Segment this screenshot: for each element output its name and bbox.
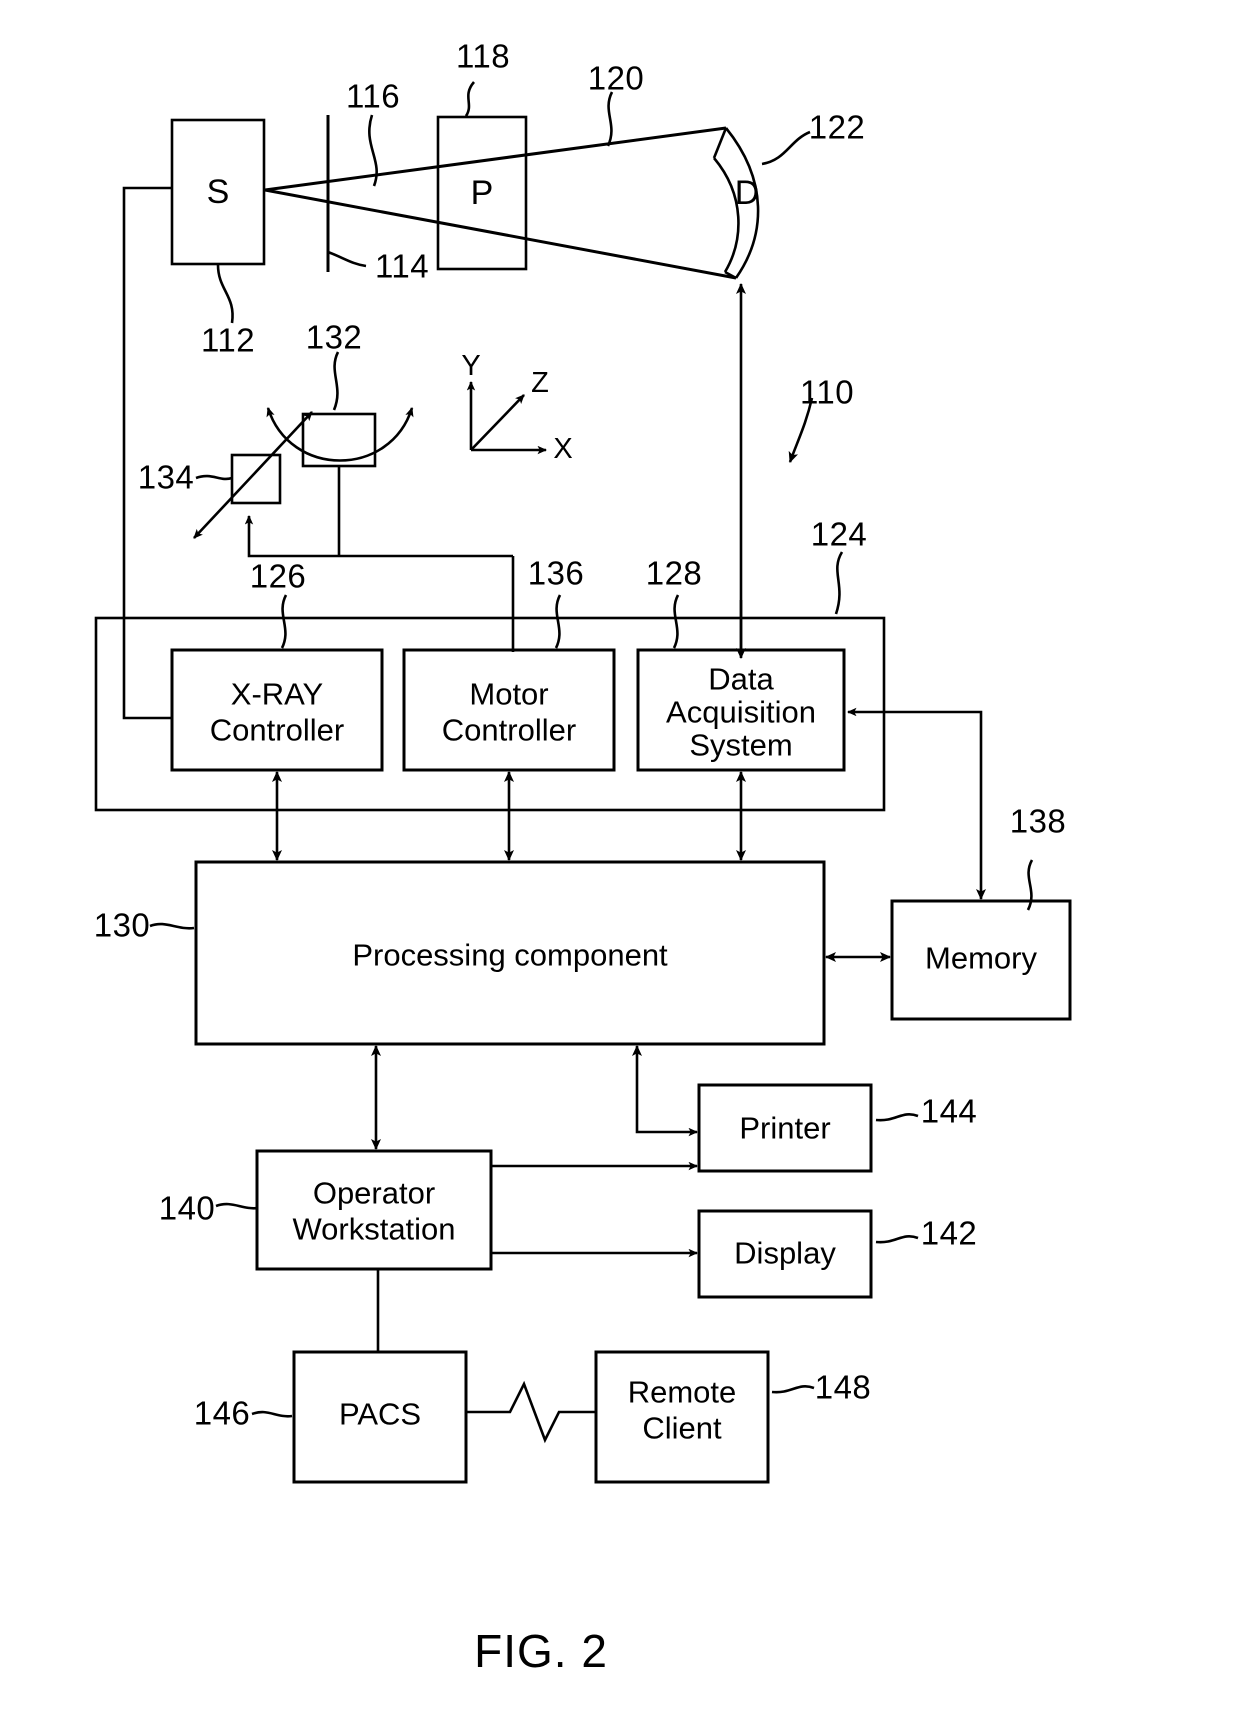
data-acquisition-label-line2: Acquisition bbox=[666, 694, 816, 730]
network-link-squiggle bbox=[466, 1380, 596, 1444]
xray-controller-label-line2: Controller bbox=[209, 712, 345, 748]
processing-to-printer-wire bbox=[632, 1045, 698, 1137]
operator-workstation-label-line2: Workstation bbox=[292, 1211, 456, 1247]
lead-112 bbox=[216, 264, 234, 324]
ref-128: 128 bbox=[645, 554, 703, 592]
axis-z-arrow bbox=[470, 394, 525, 451]
figure-caption: FIG. 2 bbox=[474, 1625, 608, 1678]
source-to-xray-controller-wire bbox=[122, 186, 172, 720]
xray-controller-label-line1: X-RAY bbox=[230, 676, 324, 712]
detector-top-edge bbox=[712, 127, 728, 159]
lead-148 bbox=[771, 1385, 815, 1394]
ref-118: 118 bbox=[455, 37, 511, 75]
lead-136 bbox=[554, 594, 562, 649]
patient-glyph: P bbox=[470, 173, 494, 212]
beam-upper-ray bbox=[264, 126, 727, 192]
motor-controller-label-line2: Controller bbox=[441, 712, 577, 748]
motor-controller-label-line1: Motor bbox=[469, 676, 549, 712]
ref-110: 110 bbox=[799, 373, 855, 411]
remote-client-label-line1: Remote bbox=[627, 1374, 737, 1410]
ref-132: 132 bbox=[305, 318, 363, 356]
lead-126 bbox=[280, 594, 288, 649]
motor-to-pedestal-link bbox=[244, 515, 513, 558]
data-acquisition-label-line3: System bbox=[689, 727, 793, 763]
memory-label: Memory bbox=[925, 940, 1037, 976]
ref-116: 116 bbox=[345, 77, 401, 115]
ref-112: 112 bbox=[200, 321, 256, 359]
axis-label-y: Y bbox=[461, 349, 481, 382]
lead-128 bbox=[672, 594, 680, 649]
display-label: Display bbox=[734, 1235, 836, 1271]
lead-130 bbox=[149, 922, 195, 930]
ref-138: 138 bbox=[1009, 802, 1067, 840]
lead-144 bbox=[875, 1113, 919, 1122]
lead-122 bbox=[761, 130, 811, 166]
ref-114: 114 bbox=[374, 247, 430, 285]
ref-124: 124 bbox=[810, 515, 868, 553]
ref-146: 146 bbox=[193, 1394, 251, 1432]
memory-to-das-wire bbox=[847, 707, 986, 900]
ref-136: 136 bbox=[527, 554, 585, 592]
lead-120 bbox=[606, 91, 614, 147]
ref-134: 134 bbox=[137, 458, 195, 496]
beam-lower-ray bbox=[264, 188, 737, 280]
data-acquisition-label-line1: Data bbox=[708, 661, 774, 697]
patent-figure-2: S P D Y Z X X-RAY Controller Motor Contr… bbox=[0, 0, 1240, 1716]
lead-134 bbox=[195, 474, 233, 481]
printer-label: Printer bbox=[739, 1110, 831, 1146]
ref-120: 120 bbox=[587, 59, 645, 97]
lead-118 bbox=[464, 81, 476, 117]
detector-glyph: D bbox=[734, 173, 760, 212]
lead-132 bbox=[332, 351, 340, 411]
ref-122: 122 bbox=[808, 108, 866, 146]
remote-client-label-line2: Client bbox=[642, 1410, 722, 1446]
pedestal-box bbox=[230, 453, 282, 505]
lead-142 bbox=[875, 1235, 919, 1244]
xray-source-glyph: S bbox=[206, 172, 230, 211]
diagram-canvas bbox=[94, 81, 1072, 1484]
ref-144: 144 bbox=[920, 1092, 978, 1130]
pacs-label: PACS bbox=[338, 1396, 422, 1432]
lead-140 bbox=[215, 1202, 259, 1210]
lead-114 bbox=[327, 250, 367, 268]
ref-140: 140 bbox=[158, 1189, 216, 1227]
axis-label-x: X bbox=[553, 432, 573, 465]
lead-124 bbox=[834, 551, 844, 615]
operator-workstation-label-line1: Operator bbox=[312, 1175, 436, 1211]
ref-148: 148 bbox=[814, 1368, 872, 1406]
ref-142: 142 bbox=[920, 1214, 978, 1252]
ref-126: 126 bbox=[249, 557, 307, 595]
lead-146 bbox=[251, 1410, 293, 1418]
processing-component-label: Processing component bbox=[352, 937, 668, 973]
translation-double-arrow bbox=[193, 411, 313, 539]
ref-130: 130 bbox=[93, 906, 151, 944]
axis-label-z: Z bbox=[531, 366, 549, 399]
table-box bbox=[301, 412, 377, 468]
